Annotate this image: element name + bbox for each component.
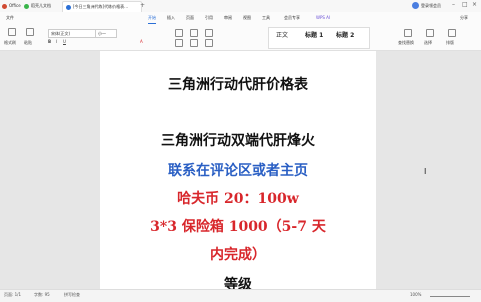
- style-normal[interactable]: 正文: [276, 30, 288, 39]
- layout-icon[interactable]: [448, 29, 456, 37]
- doc-line: 内完成）: [210, 247, 266, 263]
- menu-home[interactable]: 开始: [148, 13, 156, 24]
- maximize-icon[interactable]: □: [462, 1, 468, 8]
- doc-title: 三角洲行动代肝价格表: [168, 77, 308, 93]
- menu-bar: [0, 12, 481, 24]
- tab-document[interactable]: [今日三角洲代练]代练价格表…: [62, 1, 142, 12]
- doc-line: 3*3 保险箱 1000（5-7 天: [150, 219, 326, 235]
- align-left-icon[interactable]: [175, 39, 183, 47]
- menu-wps-ai[interactable]: WPS AI: [316, 13, 330, 23]
- select-label: 选择: [424, 40, 432, 45]
- italic-button[interactable]: I: [56, 39, 57, 44]
- menu-file[interactable]: 文件: [6, 13, 14, 23]
- menu-references[interactable]: 引用: [205, 13, 213, 23]
- menu-view[interactable]: 视图: [243, 13, 251, 23]
- layout-label: 排版: [446, 40, 454, 45]
- zoom-level[interactable]: 100%: [410, 291, 421, 299]
- font-name-select[interactable]: 宋体(正文): [48, 29, 96, 38]
- bold-button[interactable]: B: [48, 39, 51, 44]
- docer-icon: [24, 3, 29, 9]
- format-painter-label: 格式刷: [4, 40, 16, 45]
- menu-tools[interactable]: 工具: [262, 13, 270, 23]
- numbered-list-icon[interactable]: [190, 29, 198, 37]
- avatar[interactable]: [412, 2, 419, 9]
- underline-button[interactable]: U: [63, 39, 66, 44]
- share-button[interactable]: 分享: [460, 13, 468, 23]
- close-icon[interactable]: ×: [472, 1, 477, 8]
- menu-review[interactable]: 审阅: [224, 13, 232, 23]
- minimize-icon[interactable]: –: [452, 1, 455, 8]
- tab-label: 稻壳儿文档: [31, 3, 51, 8]
- tab-office[interactable]: Office: [2, 1, 21, 11]
- tab-label: Office: [9, 3, 21, 8]
- word-count[interactable]: 字数: 95: [34, 291, 50, 299]
- zoom-slider[interactable]: [430, 296, 470, 297]
- new-tab-icon[interactable]: +: [140, 2, 145, 9]
- font-size-select[interactable]: 小一: [95, 29, 117, 38]
- spell-check[interactable]: 拼写检查: [64, 291, 80, 299]
- doc-line: 联系在评论区或者主页: [168, 163, 308, 179]
- doc-line: 三角洲行动双端代肝烽火: [161, 133, 315, 149]
- find-replace-label: 查找替换: [398, 40, 414, 45]
- text-cursor-icon: I: [424, 167, 427, 176]
- menu-page[interactable]: 页面: [186, 13, 194, 23]
- paste-icon[interactable]: [8, 28, 16, 36]
- align-center-icon[interactable]: [190, 39, 198, 47]
- paste-label: 粘贴: [24, 40, 32, 45]
- office-icon: [2, 3, 7, 9]
- login-link[interactable]: 登录领会员: [421, 1, 441, 11]
- select-icon[interactable]: [426, 29, 434, 37]
- menu-insert[interactable]: 插入: [167, 13, 175, 23]
- style-heading-2[interactable]: 标题 2: [336, 30, 354, 39]
- menu-member[interactable]: 会员专享: [284, 13, 300, 23]
- doc-line: 哈夫币 20：100w: [177, 191, 299, 207]
- tab-label: [今日三角洲代练]代练价格表…: [73, 4, 129, 9]
- format-painter-icon[interactable]: [26, 28, 34, 36]
- indent-icon[interactable]: [205, 29, 213, 37]
- word-icon: [66, 4, 71, 10]
- page-indicator: 页面: 1/1: [4, 292, 22, 297]
- tab-docer[interactable]: 稻壳儿文档: [24, 1, 51, 11]
- align-right-icon[interactable]: [205, 39, 213, 47]
- style-heading-1[interactable]: 标题 1: [305, 30, 323, 39]
- find-replace-icon[interactable]: [404, 29, 412, 37]
- bullet-list-icon[interactable]: [175, 29, 183, 37]
- font-color-button[interactable]: A: [140, 39, 143, 44]
